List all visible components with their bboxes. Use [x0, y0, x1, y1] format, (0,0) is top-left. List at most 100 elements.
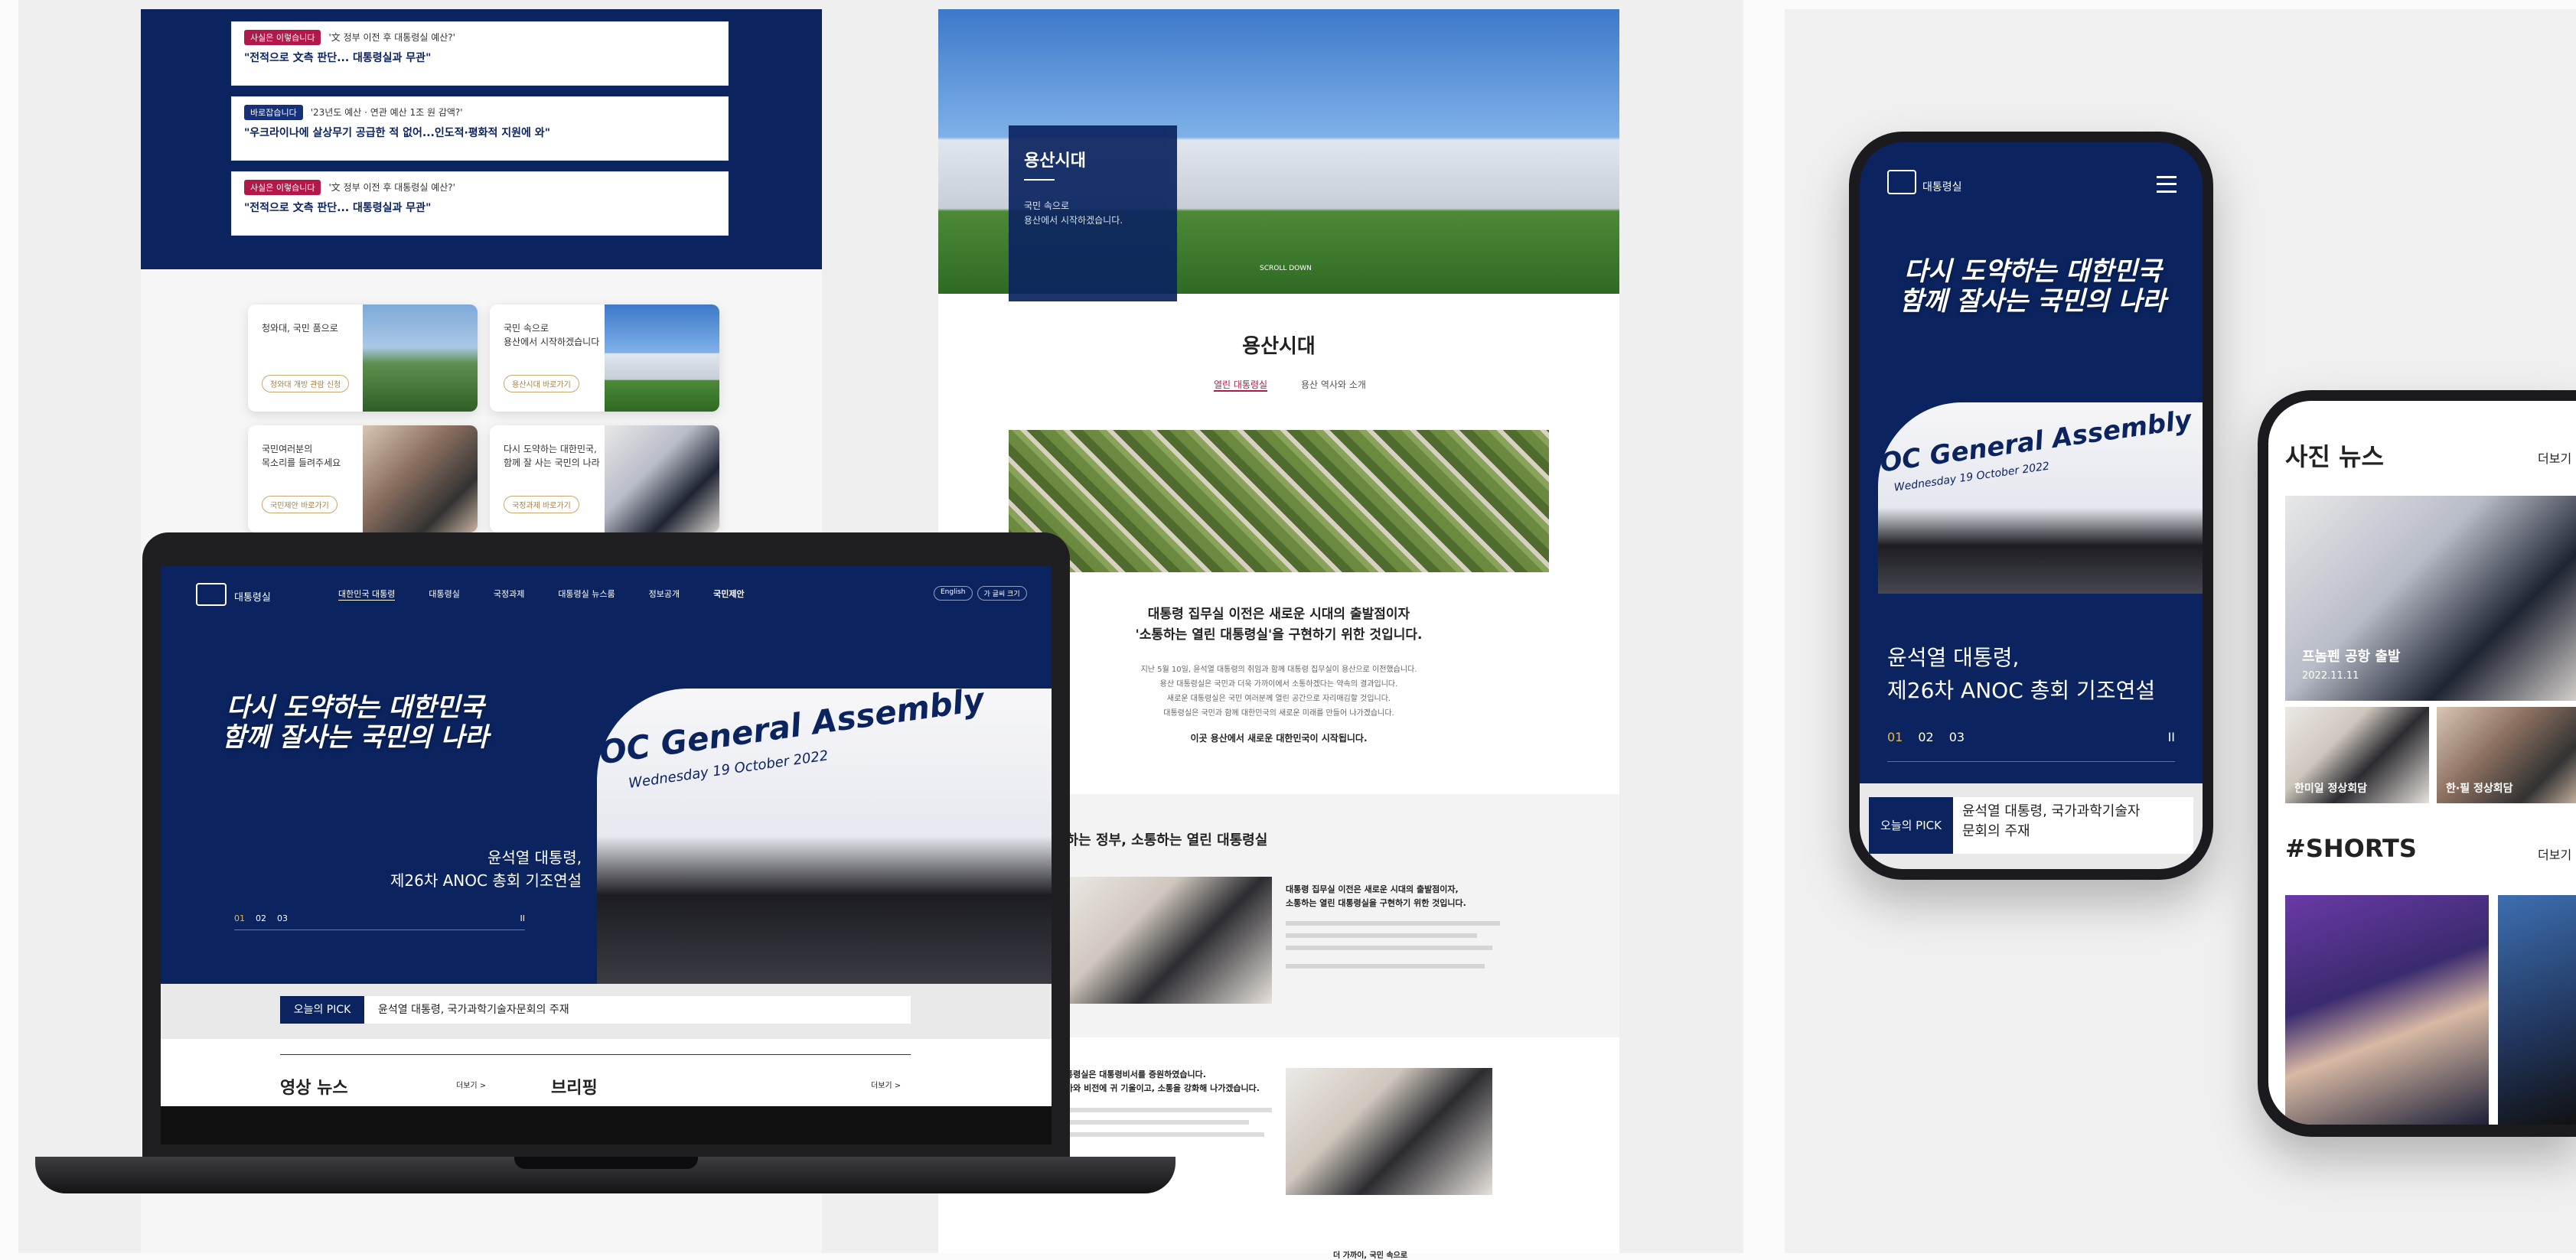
- laptop-hero: 대통령실 대한민국 대통령 대통령실 국정과제 대통령실 뉴스룸 정보공개 국민…: [161, 566, 1052, 984]
- photo-date: 2022.11.11: [2302, 670, 2359, 682]
- card-photo: [363, 304, 478, 412]
- more-link[interactable]: 더보기: [2538, 448, 2571, 467]
- news-title: "전적으로 文측 판단... 대통령실과 무관": [244, 52, 432, 64]
- thumb-caption: 한미일 정상회담: [2294, 783, 2368, 795]
- pager-item[interactable]: 03: [277, 913, 288, 923]
- section-title: 브리핑: [551, 1079, 598, 1098]
- phone-screen: 사진 뉴스 더보기 프놈펜 공항 출발 2022.11.11 한미일 정상회담 …: [2268, 401, 2576, 1125]
- section-title: 영상 뉴스: [280, 1079, 348, 1098]
- bottom-text: 더 가까이, 국민 속으로: [1333, 1252, 1408, 1260]
- nav-item[interactable]: 대통령실 뉴스룸: [558, 588, 615, 601]
- laptop-content: 영상 뉴스 더보기 > 브리핑 더보기 >: [161, 1039, 1052, 1106]
- promo-card[interactable]: 다시 도약하는 대한민국, 함께 잘 사는 국민의 나라 국정과제 바로가기: [490, 425, 719, 532]
- news-question: '文 정부 이전 후 대통령실 예산?': [328, 182, 455, 193]
- news-item[interactable]: 바로잡습니다 '23년도 예산 · 연관 예산 1조 원 감액?' "우크라이나에…: [231, 96, 729, 161]
- meeting-photo: [1286, 1068, 1492, 1195]
- pick-bar: 오늘의 PICK 윤석열 대통령, 국가과학기술자문회의 주재: [1860, 783, 2203, 869]
- section-title: 용산시대: [1242, 335, 1316, 358]
- shorts-video[interactable]: [2285, 895, 2489, 1125]
- utility-buttons: English 가 글씨 크기: [934, 586, 1027, 601]
- hero-photo: OC General Assembly Wednesday 19 October…: [1878, 402, 2203, 594]
- nav-item[interactable]: 국정과제: [494, 588, 524, 601]
- photo-news-thumb[interactable]: 한·필 정상회담: [2437, 707, 2576, 803]
- card-text: 청와대, 국민 품으로: [262, 323, 338, 334]
- pause-button[interactable]: II: [2168, 730, 2175, 744]
- promo-card[interactable]: 국민 속으로 용산에서 시작하겠습니다 용산시대 바로가기: [490, 304, 719, 412]
- meeting-photo: [1061, 877, 1272, 1004]
- font-size-button[interactable]: 가 글씨 크기: [977, 586, 1027, 601]
- more-link[interactable]: 더보기 >: [456, 1079, 486, 1090]
- news-item[interactable]: 사실은 이렇습니다 '文 정부 이전 후 대통령실 예산?' "전적으로 文측 판…: [231, 21, 729, 86]
- pick-link[interactable]: 윤석열 대통령, 국가과학기술자문회의 주재: [1953, 797, 2193, 854]
- divider: [1024, 179, 1055, 181]
- nav-item[interactable]: 정보공개: [649, 588, 680, 601]
- text-line: [1286, 964, 1485, 969]
- slider-pager: 01 02 03 II: [1887, 730, 2175, 762]
- nav-item[interactable]: 국민제안: [713, 588, 744, 601]
- pause-button[interactable]: II: [520, 913, 526, 923]
- language-button[interactable]: English: [934, 586, 973, 601]
- logo-text[interactable]: 대통령실: [234, 589, 271, 604]
- card-link-button[interactable]: 청와대 개방 관람 신청: [262, 375, 350, 392]
- phone-screen: 대통령실 다시 도약하는 대한민국 함께 잘사는 국민의 나라 OC Genera…: [1860, 142, 2203, 869]
- hero-overlay: 용산시대 국민 속으로 용산에서 시작하겠습니다.: [1009, 125, 1177, 301]
- nav-item[interactable]: 대한민국 대통령: [338, 588, 396, 601]
- promo-card[interactable]: 국민여러분의 목소리를 들려주세요 국민제안 바로가기: [248, 425, 478, 532]
- shorts-video[interactable]: [2498, 895, 2576, 1125]
- tab-history[interactable]: 용산 역사와 소개: [1301, 378, 1366, 391]
- phone-frame: 대통령실 다시 도약하는 대한민국 함께 잘사는 국민의 나라 OC Genera…: [1849, 132, 2213, 880]
- laptop-base: [35, 1157, 1176, 1193]
- pager-item[interactable]: 02: [256, 913, 266, 923]
- pager-item[interactable]: 01: [234, 913, 245, 923]
- tab-open-office[interactable]: 열린 대통령실: [1214, 378, 1268, 392]
- card-photo: [605, 425, 719, 532]
- news-question: '23년도 예산 · 연관 예산 1조 원 감액?': [310, 107, 463, 118]
- text-line: [1286, 946, 1492, 950]
- pager-item[interactable]: 03: [1949, 730, 1965, 744]
- screen-bezel-bottom: [161, 1106, 1052, 1144]
- hero-text: 국민 속으로 용산에서 시작하겠습니다.: [1024, 200, 1123, 226]
- pager-item[interactable]: 01: [1887, 730, 1903, 744]
- fact-check-section: 사실은 이렇습니다 '文 정부 이전 후 대통령실 예산?' "전적으로 文측 판…: [141, 9, 822, 269]
- laptop-frame: 대통령실 대한민국 대통령 대통령실 국정과제 대통령실 뉴스룸 정보공개 국민…: [142, 532, 1070, 1160]
- news-title: "우크라이나에 살상무기 공급한 적 없어...인도적·평화적 지원에 와": [244, 127, 550, 139]
- crowd-photo: [1009, 430, 1549, 572]
- news-question: '文 정부 이전 후 대통령실 예산?': [328, 32, 455, 43]
- status-badge: 바로잡습니다: [244, 105, 303, 120]
- subsection-title: 일하는 정부, 소통하는 열린 대통령실: [1053, 832, 1268, 848]
- card-photo: [363, 425, 478, 532]
- photo-news-thumb[interactable]: 한미일 정상회담: [2285, 707, 2429, 803]
- text-line: [1286, 933, 1477, 938]
- more-link[interactable]: 더보기 >: [871, 1079, 901, 1090]
- promo-card[interactable]: 청와대, 국민 품으로 청와대 개방 관람 신청: [248, 304, 478, 412]
- news-title: "전적으로 文측 판단... 대통령실과 무관": [244, 202, 432, 214]
- text-line: [1065, 1108, 1272, 1112]
- scroll-label: SCROLL DOWN: [1260, 265, 1312, 272]
- hero-slogan: 다시 도약하는 대한민국 함께 잘사는 국민의 나라: [1899, 256, 2167, 317]
- slider-pager: 01 02 03 II: [234, 913, 525, 930]
- phone-frame: 사진 뉴스 더보기 프놈펜 공항 출발 2022.11.11 한미일 정상회담 …: [2258, 390, 2576, 1137]
- block-title: 대통령 집무실 이전은 새로운 시대의 출발점이자, 소통하는 열린 대통령실을 …: [1286, 884, 1466, 908]
- nav-item[interactable]: 대통령실: [429, 588, 459, 601]
- block-title: 통령실은 대통령비서를 증원하였습니다. 가와 비전에 귀 기울이고, 소통을 강…: [1065, 1070, 1260, 1093]
- hamburger-menu-icon[interactable]: [2157, 176, 2177, 193]
- pager-item[interactable]: 02: [1918, 730, 1933, 744]
- photo-news-main[interactable]: 프놈펜 공항 출발 2022.11.11: [2285, 496, 2576, 701]
- pick-badge: 오늘의 PICK: [1869, 797, 1953, 854]
- photo-caption: 프놈펜 공항 출발: [2302, 649, 2401, 665]
- card-photo: [605, 304, 719, 412]
- card-link-button[interactable]: 국정과제 바로가기: [504, 496, 579, 513]
- card-link-button[interactable]: 용산시대 바로가기: [504, 375, 579, 392]
- section-title: 사진 뉴스: [2285, 442, 2384, 471]
- card-link-button[interactable]: 국민제안 바로가기: [262, 496, 337, 513]
- hero-caption: 윤석열 대통령, 제26차 ANOC 총회 기조연설: [390, 848, 582, 890]
- main-nav: 대한민국 대통령 대통령실 국정과제 대통령실 뉴스룸 정보공개 국민제안: [338, 588, 778, 601]
- pick-link[interactable]: 윤석열 대통령, 국가과학기술자문회의 주재: [364, 996, 911, 1024]
- more-link[interactable]: 더보기: [2538, 845, 2571, 863]
- laptop-notch: [514, 1157, 698, 1169]
- card-text: 국민여러분의 목소리를 들려주세요: [262, 444, 341, 468]
- logo-icon: [1887, 170, 1916, 194]
- logo-text[interactable]: 대통령실: [1922, 179, 1962, 194]
- news-item[interactable]: 사실은 이렇습니다 '文 정부 이전 후 대통령실 예산?' "전적으로 文측 판…: [231, 171, 729, 236]
- status-badge: 사실은 이렇습니다: [244, 30, 321, 45]
